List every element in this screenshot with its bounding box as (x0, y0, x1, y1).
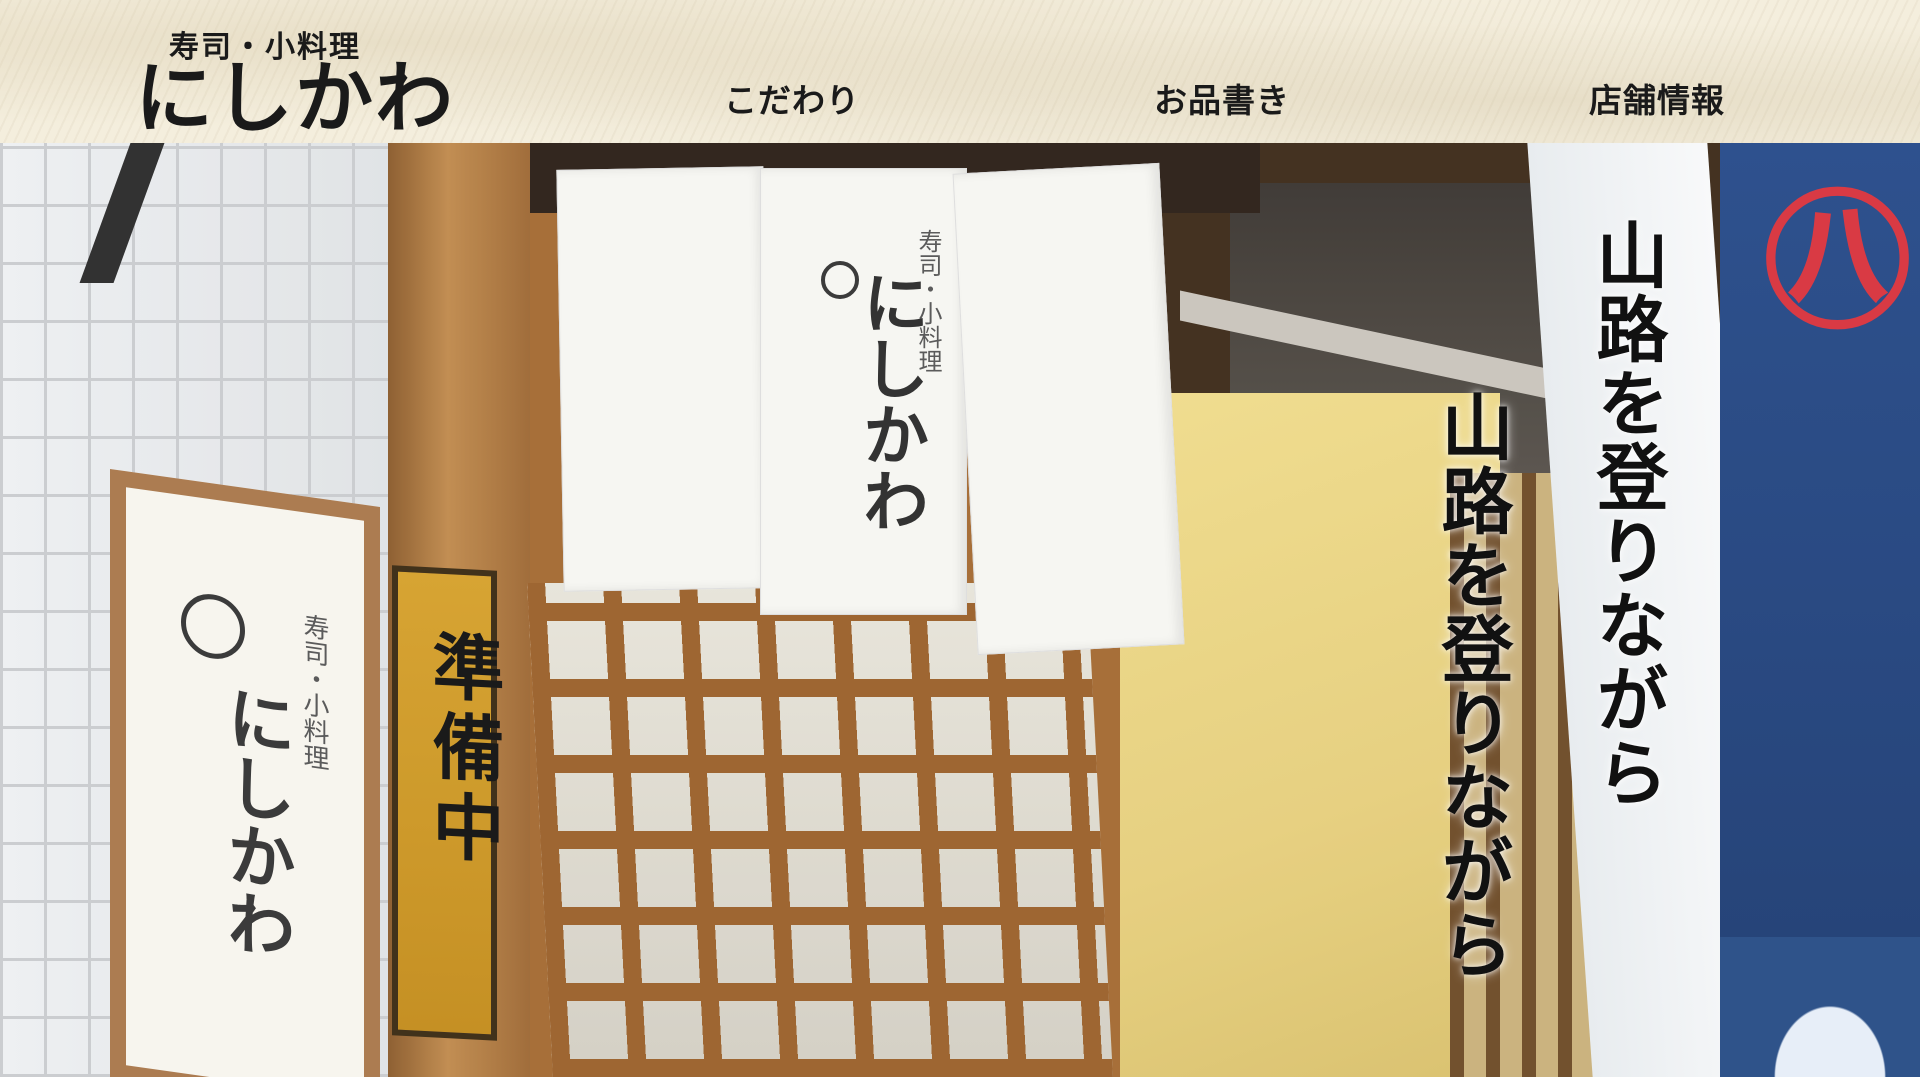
main-nav: こだわり お品書き 店舗情報 (0, 74, 1920, 122)
nav-item-kodawari[interactable]: こだわり (724, 74, 860, 122)
nav-item-store-info[interactable]: 店舗情報 (1589, 74, 1725, 122)
hero-tagline-left: 山路を登りながら (1429, 390, 1514, 982)
hero-tagline-right: 山路を登りながら (1584, 218, 1669, 810)
nav-item-menu[interactable]: お品書き (1154, 74, 1290, 122)
site-header: 寿司・小料理 にしかわ こだわり お品書き 店舗情報 (0, 0, 1920, 144)
